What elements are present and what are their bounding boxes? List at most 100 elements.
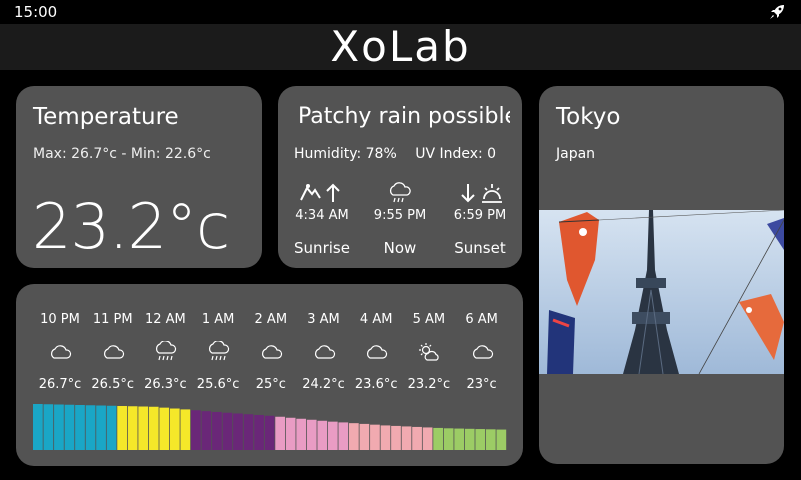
forecast-bar xyxy=(485,429,496,450)
forecast-hour: 3 AM xyxy=(307,312,340,327)
forecast-bar xyxy=(127,406,138,450)
hourly-forecast-card: 10 PM 26.7°c 11 PM 26.5°c 12 AM 26.3°c 1 AM 25.… xyxy=(16,284,523,466)
forecast-bar xyxy=(327,421,338,450)
forecast-bar xyxy=(412,426,422,450)
sunset-column: 6:59 PM Sunset xyxy=(440,180,520,257)
forecast-bar xyxy=(359,423,370,450)
forecast-temp: 26.3°c xyxy=(144,377,187,392)
forecast-bar xyxy=(96,405,106,450)
app-header: XoLab xyxy=(0,24,801,70)
current-temperature: 23.2°c xyxy=(32,190,230,263)
temperature-card: Temperature Max: 26.7°c - Min: 22.6°c 23… xyxy=(16,86,262,268)
forecast-bar xyxy=(275,416,285,450)
sunrise-label: Sunrise xyxy=(294,239,350,257)
forecast-temp: 23°c xyxy=(466,377,497,392)
status-time: 15:00 xyxy=(14,3,58,21)
sunset-label: Sunset xyxy=(454,239,506,257)
sunset-time: 6:59 PM xyxy=(453,208,507,223)
temperature-minmax: Max: 26.7°c - Min: 22.6°c xyxy=(33,146,211,162)
forecast-hour: 12 AM xyxy=(144,312,186,327)
forecast-item: 3 AM 24.2°c xyxy=(298,312,350,392)
forecast-bar xyxy=(349,423,359,450)
forecast-bar xyxy=(243,414,254,450)
city-photo xyxy=(539,210,784,374)
forecast-bar xyxy=(391,425,401,450)
now-column: 9:55 PM Now xyxy=(360,180,440,257)
forecast-temp: 25.6°c xyxy=(196,377,240,392)
rain-icon xyxy=(192,337,244,367)
forecast-temp: 23.2°c xyxy=(407,377,451,392)
forecast-bar xyxy=(75,405,85,450)
cloud-icon xyxy=(456,337,508,367)
condition-stats: Humidity: 78% UV Index: 0 xyxy=(294,146,496,162)
now-time: 9:55 PM xyxy=(373,208,427,223)
forecast-bar xyxy=(380,425,391,450)
forecast-bar xyxy=(464,428,475,450)
forecast-bar xyxy=(317,420,328,450)
condition-card: Patchy rain possible Humidity: 78% UV In… xyxy=(278,86,522,268)
forecast-bar xyxy=(33,404,43,450)
city-name: Tokyo xyxy=(556,104,621,130)
sunset-icon xyxy=(461,184,502,203)
forecast-hour: 1 AM xyxy=(201,312,235,327)
forecast-temp: 26.5°c xyxy=(91,377,134,392)
forecast-hour: 11 PM xyxy=(92,312,133,327)
rain-icon xyxy=(139,337,191,367)
forecast-bar xyxy=(296,418,307,450)
forecast-temp: 26.7°c xyxy=(38,377,82,392)
humidity-value: Humidity: 78% xyxy=(294,146,397,162)
condition-title: Patchy rain possible xyxy=(298,104,510,129)
forecast-bar xyxy=(475,429,486,450)
forecast-bar xyxy=(148,406,159,450)
forecast-item: 12 AM 26.3°c xyxy=(139,312,191,392)
uv-index-value: UV Index: 0 xyxy=(415,146,497,162)
cloud-icon xyxy=(350,337,402,367)
forecast-bar xyxy=(422,427,433,450)
forecast-bar xyxy=(106,405,117,450)
forecast-item: 2 AM 25°c xyxy=(245,312,297,392)
forecast-bar xyxy=(169,408,180,450)
country-name: Japan xyxy=(556,146,596,162)
forecast-bar xyxy=(233,413,243,450)
forecast-bar xyxy=(454,428,465,450)
cloud-icon xyxy=(87,337,139,367)
forecast-item: 10 PM 26.7°c xyxy=(34,312,86,392)
partly-cloudy-icon xyxy=(403,337,455,367)
sunrise-time: 4:34 AM xyxy=(295,208,349,223)
rocket-icon xyxy=(770,5,784,19)
rain-icon xyxy=(389,182,411,203)
forecast-hour: 2 AM xyxy=(254,312,288,327)
forecast-bar xyxy=(401,426,412,450)
forecast-item: 4 AM 23.6°c xyxy=(350,312,402,392)
forecast-bar xyxy=(443,428,454,450)
forecast-bar xyxy=(222,412,233,450)
forecast-bar xyxy=(285,417,296,450)
forecast-bar xyxy=(496,429,507,450)
cloud-icon xyxy=(298,337,350,367)
forecast-bar xyxy=(54,404,64,450)
forecast-bar xyxy=(433,427,443,450)
city-card: Tokyo Japan xyxy=(539,86,784,464)
forecast-hour: 4 AM xyxy=(359,312,393,327)
now-label: Now xyxy=(383,239,417,257)
cloud-icon xyxy=(245,337,297,367)
forecast-bar xyxy=(43,404,54,450)
forecast-bar xyxy=(370,424,380,450)
forecast-bar xyxy=(64,404,75,450)
temperature-title: Temperature xyxy=(33,104,179,130)
status-bar: 15:00 xyxy=(0,0,801,24)
forecast-bar xyxy=(117,406,127,450)
forecast-hour: 6 AM xyxy=(465,312,498,327)
forecast-temp: 23.6°c xyxy=(354,377,398,392)
forecast-item: 6 AM 23°c xyxy=(456,312,508,392)
forecast-bar xyxy=(254,414,264,450)
forecast-hour: 10 PM xyxy=(40,312,80,327)
forecast-bar xyxy=(338,422,349,450)
forecast-item: 11 PM 26.5°c xyxy=(87,312,139,392)
sunrise-column: 4:34 AM Sunrise xyxy=(282,180,362,257)
forecast-item: 1 AM 25.6°c xyxy=(192,312,244,392)
cloud-icon xyxy=(34,337,86,367)
forecast-bar xyxy=(191,410,201,450)
forecast-bar xyxy=(180,409,191,450)
forecast-temp: 24.2°c xyxy=(302,377,345,392)
